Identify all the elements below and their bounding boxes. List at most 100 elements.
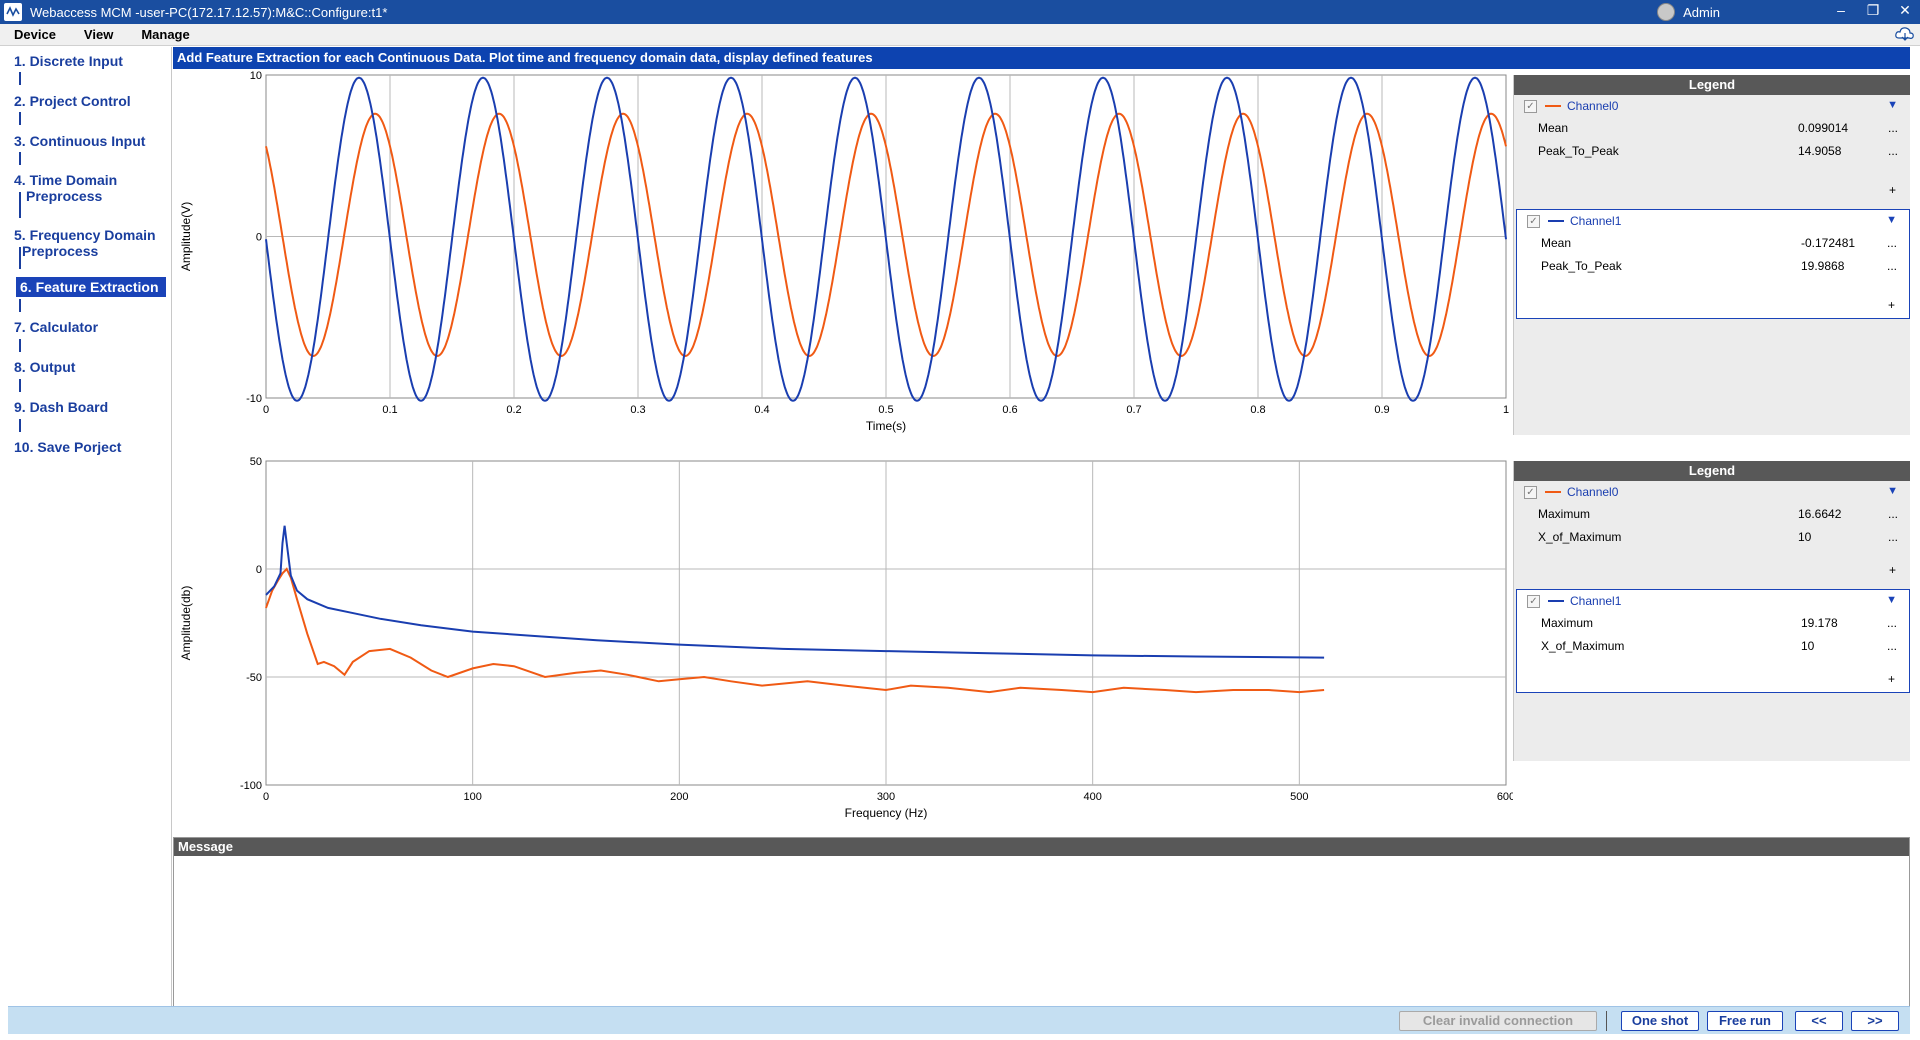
add-feature-button[interactable]: + bbox=[1889, 563, 1896, 577]
more-button[interactable]: ... bbox=[1888, 144, 1898, 158]
x-tick-label: 200 bbox=[670, 791, 688, 803]
dropdown-arrow-icon[interactable]: ▼ bbox=[1887, 485, 1898, 497]
y-tick-label: 0 bbox=[256, 564, 262, 576]
feature-row: Maximum 16.6642 ... bbox=[1514, 503, 1910, 526]
window-title: Webaccess MCM -user-PC(172.17.12.57):M&C… bbox=[30, 4, 388, 20]
feature-row: Peak_To_Peak 14.9058 ... bbox=[1514, 140, 1910, 163]
x-tick-label: 300 bbox=[877, 791, 895, 803]
app-icon bbox=[4, 3, 22, 21]
more-button[interactable]: ... bbox=[1887, 639, 1897, 653]
close-icon[interactable]: ✕ bbox=[1896, 2, 1914, 19]
x-axis-label: Frequency (Hz) bbox=[845, 806, 928, 820]
feature-value: 19.9868 bbox=[1801, 259, 1845, 273]
series-swatch bbox=[1545, 105, 1561, 107]
step-label-2: Preprocess bbox=[26, 188, 103, 204]
menu-manage[interactable]: Manage bbox=[127, 27, 203, 42]
x-tick-label: 0.3 bbox=[630, 404, 645, 416]
menu-bar: Device View Manage bbox=[0, 24, 1920, 46]
legend-channel1[interactable]: ✓ Channel1 ▼ Mean -0.172481 ... Peak_To_… bbox=[1516, 209, 1910, 319]
dropdown-arrow-icon[interactable]: ▼ bbox=[1887, 99, 1898, 111]
feature-name: Peak_To_Peak bbox=[1541, 259, 1622, 273]
step-label-2: Preprocess bbox=[22, 243, 99, 259]
x-tick-label: 0.9 bbox=[1374, 404, 1389, 416]
free-run-button[interactable]: Free run bbox=[1707, 1011, 1783, 1031]
main-panel: Add Feature Extraction for each Continuo… bbox=[173, 47, 1910, 1010]
prev-button[interactable]: << bbox=[1795, 1011, 1843, 1031]
user-avatar-icon bbox=[1657, 3, 1676, 21]
legend-channel-name: Channel0 bbox=[1567, 485, 1619, 499]
message-title: Message bbox=[174, 838, 1909, 856]
more-button[interactable]: ... bbox=[1887, 616, 1897, 630]
cloud-icon[interactable] bbox=[1894, 24, 1916, 44]
next-button[interactable]: >> bbox=[1851, 1011, 1899, 1031]
step-continuous-input[interactable]: 3. Continuous Input bbox=[14, 133, 166, 149]
feature-row: X_of_Maximum 10 ... bbox=[1517, 635, 1909, 658]
y-tick-label: -10 bbox=[246, 393, 262, 405]
one-shot-button[interactable]: One shot bbox=[1621, 1011, 1699, 1031]
dropdown-arrow-icon[interactable]: ▼ bbox=[1886, 214, 1897, 226]
x-tick-label: 400 bbox=[1083, 791, 1101, 803]
more-button[interactable]: ... bbox=[1887, 236, 1897, 250]
step-output[interactable]: 8. Output bbox=[14, 359, 166, 375]
menu-view[interactable]: View bbox=[70, 27, 127, 42]
add-feature-button[interactable]: + bbox=[1888, 298, 1895, 312]
time-domain-chart[interactable]: 0 0.1 0.2 0.3 0.4 0.5 0.6 0.7 0.8 0.9 1100-10Time(… bbox=[173, 69, 1513, 455]
feature-value: 19.178 bbox=[1801, 616, 1838, 630]
clear-invalid-connection-button[interactable]: Clear invalid connection bbox=[1399, 1011, 1597, 1031]
minimize-icon[interactable]: – bbox=[1832, 2, 1850, 19]
series-swatch bbox=[1548, 600, 1564, 602]
feature-name: Mean bbox=[1541, 236, 1572, 250]
step-calculator[interactable]: 7. Calculator bbox=[14, 319, 166, 335]
y-tick-label: -50 bbox=[246, 672, 262, 684]
checkbox-icon[interactable]: ✓ bbox=[1527, 594, 1540, 608]
wizard-steps: 1. Discrete Input 2. Project Control 3. … bbox=[0, 47, 172, 1010]
frequency-domain-chart[interactable]: 0 100 200 300 400 500 600500-50-100Frequency (… bbox=[173, 455, 1513, 837]
frequency-legend-panel: Legend ✓ Channel0 ▼ Maximum 16.6642 ... … bbox=[1513, 461, 1910, 761]
feature-row: Peak_To_Peak 19.9868 ... bbox=[1517, 255, 1909, 278]
step-dash-board[interactable]: 9. Dash Board bbox=[14, 399, 166, 415]
series-swatch bbox=[1545, 491, 1561, 493]
legend-channel1[interactable]: ✓ Channel1 ▼ Maximum 19.178 ... X_of_Max… bbox=[1516, 589, 1910, 693]
more-button[interactable]: ... bbox=[1888, 530, 1898, 544]
x-tick-label: 100 bbox=[463, 791, 481, 803]
checkbox-icon[interactable]: ✓ bbox=[1524, 485, 1537, 499]
y-tick-label: -100 bbox=[240, 780, 262, 792]
step-time-domain-preprocess[interactable]: 4. Time Domain Preprocess bbox=[14, 172, 166, 204]
y-tick-label: 50 bbox=[250, 456, 262, 468]
feature-row: Mean 0.099014 ... bbox=[1514, 117, 1910, 140]
step-save-project[interactable]: 10. Save Porject bbox=[14, 439, 166, 455]
restore-icon[interactable]: ❐ bbox=[1864, 2, 1882, 19]
menu-device[interactable]: Device bbox=[0, 27, 70, 42]
dropdown-arrow-icon[interactable]: ▼ bbox=[1886, 594, 1897, 606]
more-button[interactable]: ... bbox=[1888, 121, 1898, 135]
more-button[interactable]: ... bbox=[1887, 259, 1897, 273]
feature-name: Peak_To_Peak bbox=[1538, 144, 1619, 158]
step-project-control[interactable]: 2. Project Control bbox=[14, 93, 166, 109]
feature-row: X_of_Maximum 10 ... bbox=[1514, 526, 1910, 549]
legend-channel0[interactable]: ✓ Channel0 ▼ Mean 0.099014 ... Peak_To_P… bbox=[1514, 95, 1910, 203]
page-header: Add Feature Extraction for each Continuo… bbox=[173, 47, 1910, 69]
x-tick-label: 0.1 bbox=[382, 404, 397, 416]
step-feature-extraction[interactable]: 6. Feature Extraction bbox=[16, 277, 166, 297]
feature-value: -0.172481 bbox=[1801, 236, 1856, 250]
feature-value: 14.9058 bbox=[1798, 144, 1842, 158]
bottom-toolbar: Clear invalid connection One shot Free r… bbox=[8, 1006, 1910, 1034]
checkbox-icon[interactable]: ✓ bbox=[1524, 99, 1537, 113]
legend-title: Legend bbox=[1514, 461, 1910, 481]
legend-channel-name: Channel1 bbox=[1570, 594, 1622, 608]
feature-value: 0.099014 bbox=[1798, 121, 1849, 135]
legend-channel0[interactable]: ✓ Channel0 ▼ Maximum 16.6642 ... X_of_Ma… bbox=[1514, 481, 1910, 583]
checkbox-icon[interactable]: ✓ bbox=[1527, 214, 1540, 228]
step-frequency-domain-preprocess[interactable]: 5. Frequency Domain Preprocess bbox=[14, 227, 166, 259]
step-discrete-input[interactable]: 1. Discrete Input bbox=[14, 53, 166, 69]
feature-value: 10 bbox=[1801, 639, 1815, 653]
x-tick-label: 500 bbox=[1290, 791, 1308, 803]
y-tick-label: 10 bbox=[250, 70, 262, 82]
step-label: 5. Frequency Domain bbox=[14, 227, 156, 243]
user-info[interactable]: Admin bbox=[1657, 3, 1720, 21]
add-feature-button[interactable]: + bbox=[1889, 183, 1896, 197]
feature-name: Maximum bbox=[1538, 507, 1591, 521]
more-button[interactable]: ... bbox=[1888, 507, 1898, 521]
add-feature-button[interactable]: + bbox=[1888, 672, 1895, 686]
feature-value: 10 bbox=[1798, 530, 1812, 544]
